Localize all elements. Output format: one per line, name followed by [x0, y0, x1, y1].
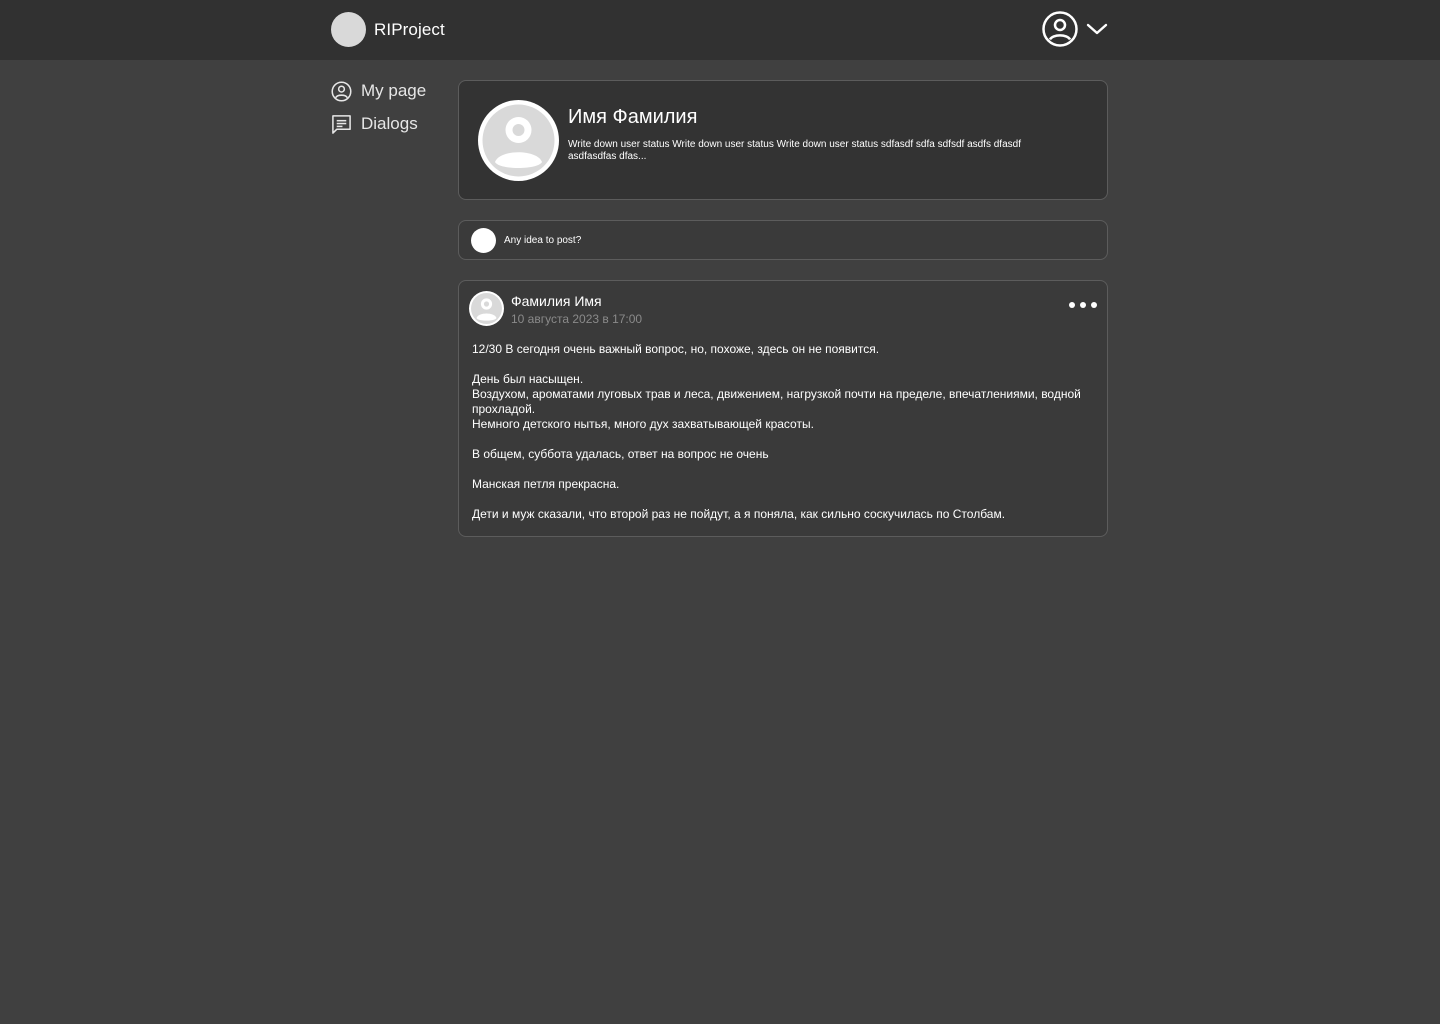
post-line: 12/30 В сегодня очень важный вопрос, но,…: [472, 342, 880, 356]
post-line: День был насыщен.: [472, 372, 584, 386]
app-logo[interactable]: RIProject: [331, 12, 445, 47]
post-composer[interactable]: Any idea to post?: [458, 220, 1108, 260]
app-name: RIProject: [374, 19, 445, 39]
menu-dot: [1080, 302, 1086, 308]
profile-avatar[interactable]: [478, 100, 559, 181]
sidebar: My page Dialogs: [331, 79, 441, 145]
user-circle-icon: [1042, 11, 1078, 47]
post-paragraph: Дети и муж сказали, что второй раз не по…: [472, 507, 1092, 522]
post-line: Дети и муж сказали, что второй раз не по…: [472, 507, 1006, 521]
post-line: Воздухом, ароматами луговых трав и леса,…: [472, 387, 1081, 416]
post-paragraph: Манская петля прекрасна.: [472, 477, 1092, 492]
menu-dot: [1091, 302, 1097, 308]
post-line: Немного детского нытья, много дух захват…: [472, 417, 814, 431]
user-circle-icon: [331, 80, 352, 102]
composer-avatar: [471, 228, 496, 253]
sidebar-item-dialogs[interactable]: Dialogs: [331, 112, 441, 136]
message-icon: [332, 114, 351, 134]
composer-placeholder[interactable]: Any idea to post?: [504, 235, 581, 246]
post-author-name[interactable]: Фамилия Имя: [511, 293, 602, 309]
sidebar-item-label: My page: [361, 81, 427, 100]
profile-card: Имя Фамилия Write down user status Write…: [458, 80, 1108, 200]
top-bar: RIProject: [0, 0, 1440, 60]
profile-name: Имя Фамилия: [568, 106, 698, 128]
post-date: 10 августа 2023 в 17:00: [511, 312, 643, 326]
more-dots-icon[interactable]: [1069, 299, 1097, 311]
post-paragraph: 12/30 В сегодня очень важный вопрос, но,…: [472, 342, 1092, 357]
post-card: Фамилия Имя 10 августа 2023 в 17:00 12/3…: [458, 280, 1108, 537]
logo-circle-icon: [331, 12, 366, 47]
account-menu-button[interactable]: [1042, 11, 1108, 47]
profile-status: Write down user status Write down user s…: [568, 139, 1021, 162]
post-paragraph: День был насыщен. Воздухом, ароматами лу…: [472, 372, 1092, 432]
menu-dot: [1069, 302, 1075, 308]
post-body: 12/30 В сегодня очень важный вопрос, но,…: [472, 342, 1092, 522]
sidebar-item-label: Dialogs: [361, 114, 418, 133]
post-line: Манская петля прекрасна.: [472, 477, 620, 491]
post-paragraph: В общем, суббота удалась, ответ на вопро…: [472, 447, 1092, 462]
post-author-avatar[interactable]: [469, 291, 504, 326]
sidebar-item-my-page[interactable]: My page: [331, 79, 441, 103]
chevron-down-icon[interactable]: [1086, 22, 1108, 36]
post-line: В общем, суббота удалась, ответ на вопро…: [472, 447, 769, 461]
